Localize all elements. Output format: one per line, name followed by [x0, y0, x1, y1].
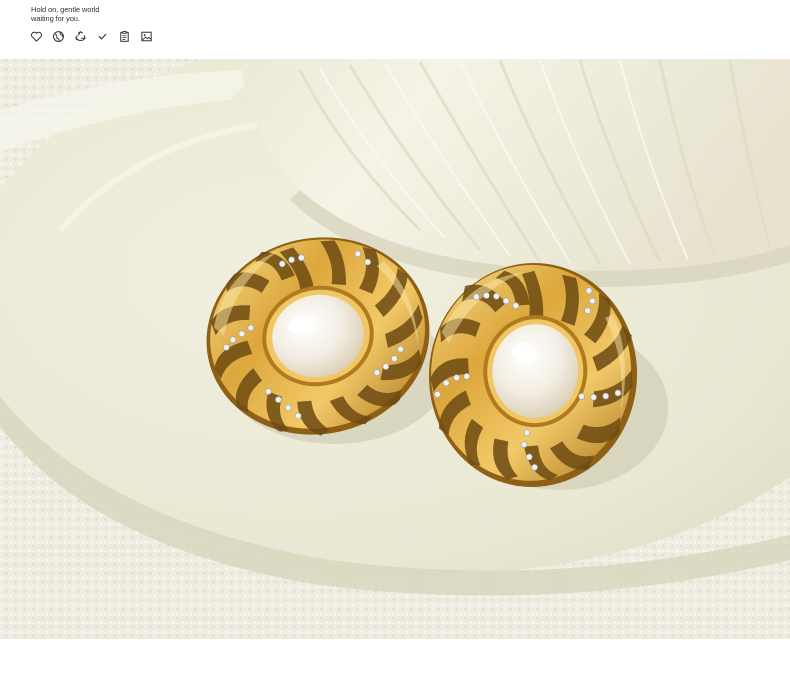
tagline: Hold on, gentle world waiting for you. — [31, 5, 99, 23]
header: Hold on, gentle world waiting for you. — [0, 0, 790, 58]
clipboard-icon — [118, 30, 131, 43]
globe-icon — [52, 30, 65, 43]
earrings-on-plate-image — [0, 59, 790, 639]
tagline-line-2: waiting for you. — [31, 14, 80, 23]
recycle-icon — [74, 30, 87, 43]
bottom-margin — [0, 639, 790, 681]
check-icon — [96, 30, 109, 43]
tagline-line-1: Hold on, gentle world — [31, 5, 100, 14]
icon-row — [30, 29, 153, 43]
product-photo — [0, 59, 790, 639]
heart-icon — [30, 30, 43, 43]
image-icon — [140, 30, 153, 43]
